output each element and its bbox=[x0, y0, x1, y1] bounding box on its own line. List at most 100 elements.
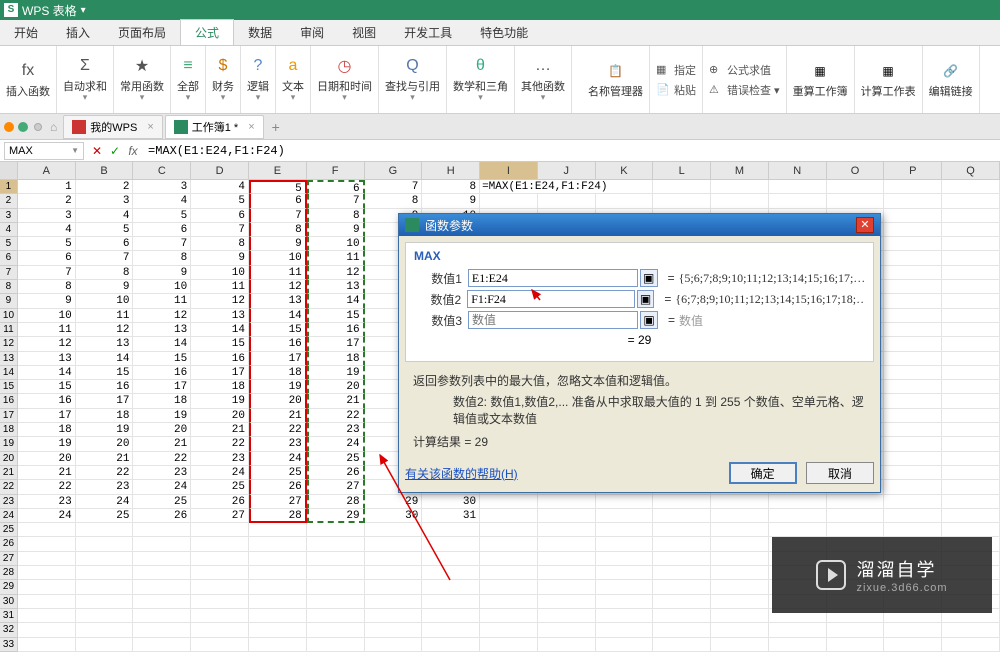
ribbon-button[interactable]: …其他函数 ▾ bbox=[515, 46, 572, 113]
cell[interactable]: 26 bbox=[191, 495, 249, 509]
cell[interactable] bbox=[769, 638, 827, 652]
ribbon-button[interactable]: Q查找与引用 ▾ bbox=[379, 46, 447, 113]
cell[interactable] bbox=[942, 509, 1000, 523]
cell[interactable]: 12 bbox=[133, 309, 191, 323]
cell[interactable] bbox=[942, 223, 1000, 237]
cell[interactable] bbox=[18, 595, 76, 609]
cell[interactable] bbox=[76, 523, 134, 537]
cell[interactable]: 17 bbox=[191, 366, 249, 380]
cell[interactable] bbox=[307, 580, 365, 594]
cell[interactable] bbox=[884, 466, 942, 480]
cell[interactable] bbox=[942, 280, 1000, 294]
cell[interactable] bbox=[480, 495, 538, 509]
cell[interactable]: 26 bbox=[249, 480, 307, 494]
cell[interactable] bbox=[76, 537, 134, 551]
column-header[interactable]: K bbox=[596, 162, 654, 179]
row-header[interactable]: 13 bbox=[0, 352, 18, 366]
cell[interactable]: 25 bbox=[76, 509, 134, 523]
cell[interactable]: 14 bbox=[307, 294, 365, 308]
cell[interactable] bbox=[827, 194, 885, 208]
cell[interactable] bbox=[942, 309, 1000, 323]
row-header[interactable]: 21 bbox=[0, 466, 18, 480]
cell[interactable]: 7 bbox=[365, 180, 423, 194]
row-header[interactable]: 28 bbox=[0, 566, 18, 580]
cell[interactable] bbox=[18, 580, 76, 594]
cell[interactable] bbox=[18, 566, 76, 580]
cell[interactable] bbox=[133, 552, 191, 566]
row-header[interactable]: 12 bbox=[0, 337, 18, 351]
cell[interactable] bbox=[596, 609, 654, 623]
cell[interactable] bbox=[653, 595, 711, 609]
cell[interactable] bbox=[711, 552, 769, 566]
cell[interactable] bbox=[538, 566, 596, 580]
row-header[interactable]: 17 bbox=[0, 409, 18, 423]
cell[interactable] bbox=[942, 323, 1000, 337]
cell[interactable] bbox=[76, 566, 134, 580]
cell[interactable] bbox=[538, 495, 596, 509]
row-header[interactable]: 16 bbox=[0, 394, 18, 408]
menu-tab[interactable]: 审阅 bbox=[286, 20, 338, 45]
cell[interactable] bbox=[711, 495, 769, 509]
cell[interactable] bbox=[884, 452, 942, 466]
cell[interactable]: 9 bbox=[249, 237, 307, 251]
cell[interactable] bbox=[942, 452, 1000, 466]
cell[interactable] bbox=[422, 537, 480, 551]
ribbon-button[interactable]: θ数学和三角 ▾ bbox=[447, 46, 515, 113]
cell[interactable]: 30 bbox=[365, 509, 423, 523]
cell[interactable] bbox=[711, 509, 769, 523]
cell[interactable]: 16 bbox=[18, 394, 76, 408]
cell[interactable] bbox=[538, 595, 596, 609]
cell[interactable] bbox=[827, 623, 885, 637]
cell[interactable]: 14 bbox=[191, 323, 249, 337]
cell[interactable] bbox=[769, 194, 827, 208]
cell[interactable] bbox=[18, 638, 76, 652]
cell[interactable]: 9 bbox=[191, 251, 249, 265]
cell[interactable]: 7 bbox=[249, 209, 307, 223]
cell[interactable]: 13 bbox=[249, 294, 307, 308]
menu-tab[interactable]: 特色功能 bbox=[466, 20, 542, 45]
ribbon-button[interactable]: ▦重算工作簿 bbox=[787, 46, 855, 113]
cell[interactable] bbox=[884, 366, 942, 380]
cell[interactable] bbox=[884, 251, 942, 265]
cell[interactable] bbox=[191, 623, 249, 637]
cell[interactable]: 5 bbox=[18, 237, 76, 251]
row-header[interactable]: 23 bbox=[0, 495, 18, 509]
cell[interactable]: 3 bbox=[133, 180, 191, 194]
cell[interactable]: 5 bbox=[191, 194, 249, 208]
cell[interactable] bbox=[249, 523, 307, 537]
cell[interactable]: 21 bbox=[76, 452, 134, 466]
cell[interactable] bbox=[942, 423, 1000, 437]
cell[interactable]: 24 bbox=[307, 437, 365, 451]
cell[interactable]: 12 bbox=[307, 266, 365, 280]
argument-input-1[interactable] bbox=[468, 269, 638, 287]
cell[interactable] bbox=[191, 609, 249, 623]
cell[interactable] bbox=[884, 423, 942, 437]
cell[interactable] bbox=[596, 495, 654, 509]
app-menu-dropdown-icon[interactable]: ▾ bbox=[81, 5, 86, 16]
cell[interactable] bbox=[422, 523, 480, 537]
ok-button[interactable]: 确定 bbox=[729, 462, 797, 484]
row-header[interactable]: 20 bbox=[0, 452, 18, 466]
cell[interactable] bbox=[307, 609, 365, 623]
cell[interactable] bbox=[884, 495, 942, 509]
cell[interactable]: 30 bbox=[422, 495, 480, 509]
cell[interactable]: 11 bbox=[249, 266, 307, 280]
cell[interactable] bbox=[596, 623, 654, 637]
cell[interactable] bbox=[76, 580, 134, 594]
row-header[interactable]: 19 bbox=[0, 437, 18, 451]
cell[interactable] bbox=[365, 537, 423, 551]
row-header[interactable]: 5 bbox=[0, 237, 18, 251]
cell[interactable] bbox=[711, 595, 769, 609]
nav-dot-icon[interactable] bbox=[18, 122, 28, 132]
cell[interactable]: 4 bbox=[18, 223, 76, 237]
cell[interactable] bbox=[133, 566, 191, 580]
row-header[interactable]: 30 bbox=[0, 595, 18, 609]
cell[interactable]: 11 bbox=[76, 309, 134, 323]
cell[interactable]: 9 bbox=[18, 294, 76, 308]
cell[interactable] bbox=[653, 638, 711, 652]
column-header[interactable]: G bbox=[365, 162, 423, 179]
column-header[interactable]: J bbox=[538, 162, 596, 179]
cell[interactable]: 4 bbox=[76, 209, 134, 223]
cell[interactable] bbox=[711, 638, 769, 652]
new-tab-button[interactable]: + bbox=[272, 119, 280, 135]
